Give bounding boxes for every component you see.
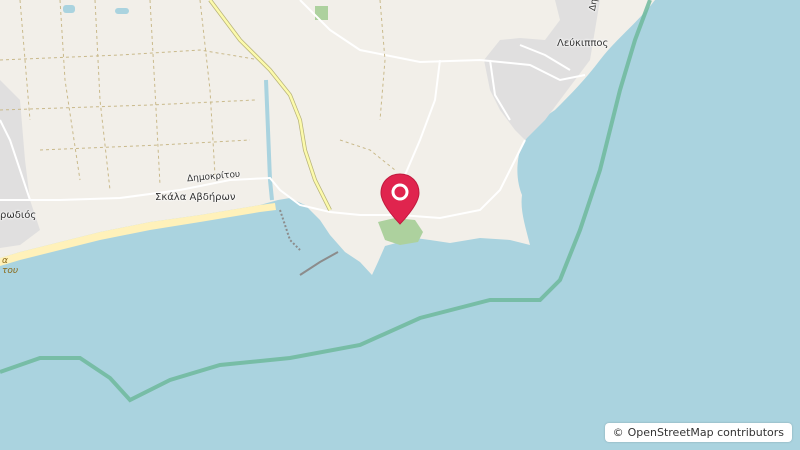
attribution-box: © OpenStreetMap contributors — [604, 423, 792, 442]
pier — [299, 251, 339, 276]
attribution-link[interactable]: OpenStreetMap contributors — [628, 426, 784, 439]
map-canvas[interactable]: Λεύκιππος Δημοκρίτου Σκάλα Αβδήρων ρωδιό… — [0, 0, 800, 450]
pond — [115, 8, 129, 14]
partial-town-label: ρωδιός — [0, 210, 37, 221]
town-label-skala-avdiron: Σκάλα Αβδήρων — [155, 192, 236, 203]
beach-label-part: α — [2, 256, 8, 266]
copyright-symbol: © — [612, 426, 624, 439]
pier — [279, 209, 301, 251]
location-pin-icon[interactable] — [378, 172, 422, 226]
pond — [63, 5, 75, 13]
town-label-leukippos: Λεύκιππος — [557, 38, 609, 49]
beach-label-part: του — [2, 266, 19, 276]
